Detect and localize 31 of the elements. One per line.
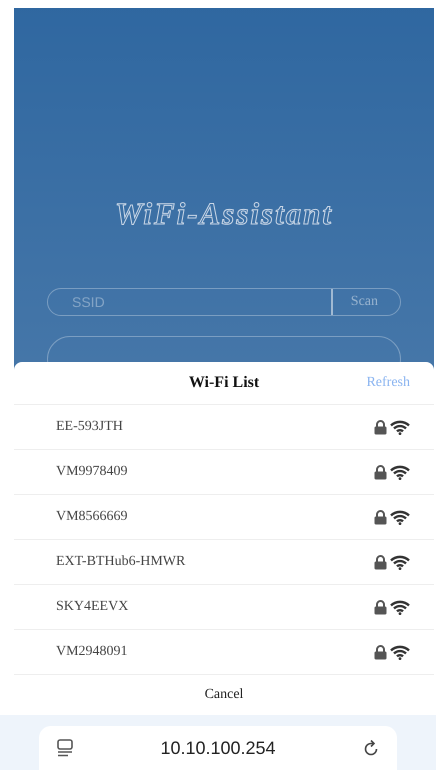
network-name: VM8566669 bbox=[56, 509, 129, 525]
app-title: WiFi-Assistant bbox=[114, 196, 334, 232]
lock-icon bbox=[374, 420, 387, 434]
lock-icon bbox=[374, 600, 387, 614]
wifi-icon bbox=[390, 510, 410, 524]
network-item[interactable]: VM9978409 bbox=[14, 450, 434, 495]
address-bar[interactable]: 10.10.100.254 bbox=[39, 726, 397, 770]
wifi-icon bbox=[390, 644, 410, 660]
network-name: EE-593JTH bbox=[56, 419, 124, 435]
network-name: SKY4EEVX bbox=[56, 599, 130, 615]
network-name: VM2948091 bbox=[56, 644, 129, 660]
wifi-icon bbox=[390, 464, 410, 480]
lock-icon bbox=[374, 464, 387, 480]
network-item[interactable]: SKY4EEVX bbox=[14, 585, 434, 630]
network-item[interactable]: EXT-BTHub6-HMWR bbox=[14, 540, 434, 585]
wifi-icon bbox=[390, 600, 410, 614]
sheet-title: Wi-Fi List bbox=[188, 374, 260, 392]
network-item[interactable]: VM8566669 bbox=[14, 495, 434, 540]
reload-icon[interactable] bbox=[363, 739, 379, 757]
network-name: VM9978409 bbox=[56, 464, 129, 480]
network-name: EXT-BTHub6-HMWR bbox=[56, 554, 186, 570]
network-item[interactable]: VM2948091 bbox=[14, 630, 434, 675]
network-item[interactable]: EE-593JTH bbox=[14, 405, 434, 450]
lock-icon bbox=[374, 510, 387, 524]
lock-icon bbox=[374, 644, 387, 660]
cancel-button[interactable]: Cancel bbox=[14, 675, 434, 715]
tabs-icon bbox=[57, 739, 73, 757]
wifi-icon bbox=[390, 420, 410, 434]
address-text: 10.10.100.254 bbox=[159, 738, 277, 758]
wifi-icon bbox=[390, 554, 410, 570]
lock-icon bbox=[374, 554, 387, 570]
